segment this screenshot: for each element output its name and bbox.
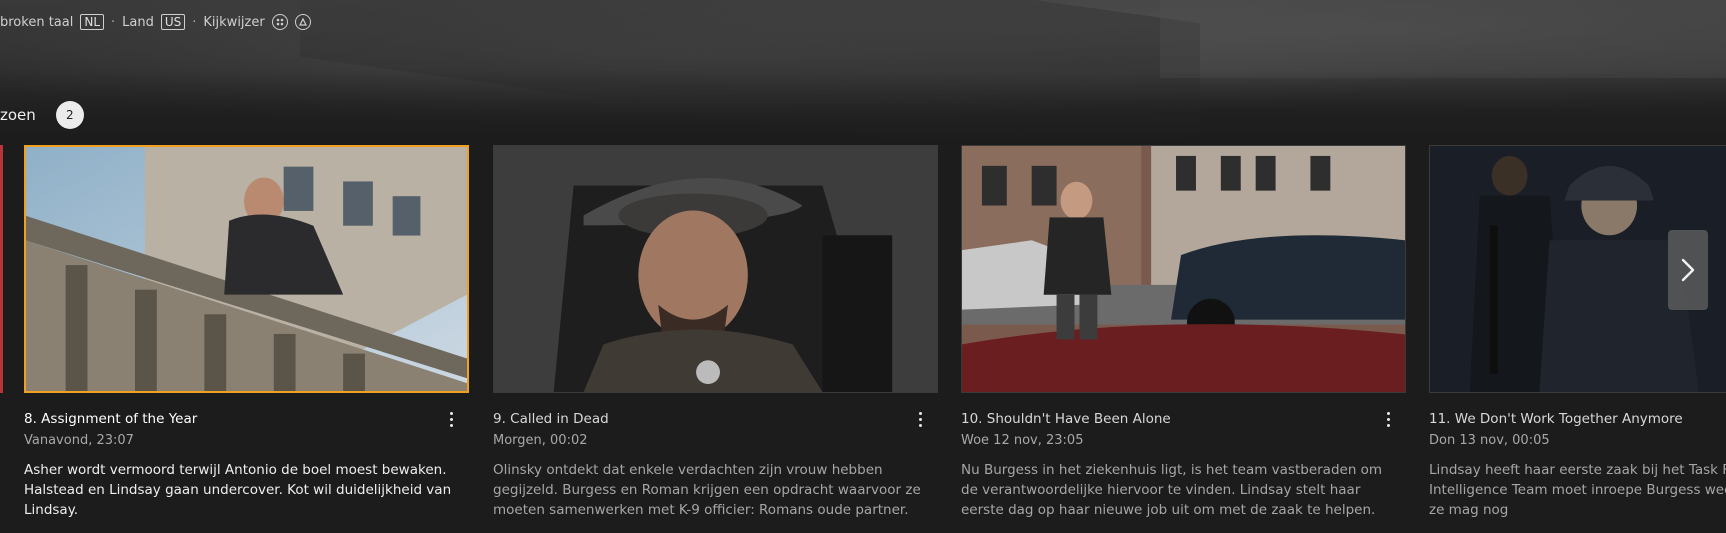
show-meta-line: broken taal NL · Land US · Kijkwijzer (0, 12, 311, 32)
violence-rating-icon (271, 14, 288, 30)
episode-thumbnail[interactable] (961, 145, 1406, 393)
hero-highlight (1160, 0, 1726, 78)
episode-airtime: Woe 12 nov, 23:05 (961, 433, 1084, 448)
episode-description: Asher wordt vermoord terwijl Antonio de … (24, 462, 452, 518)
fear-rating-icon (294, 14, 311, 30)
spoken-language-label: broken taal (0, 14, 74, 30)
episode-thumbnail[interactable] (24, 145, 469, 393)
spoken-language-badge: NL (80, 14, 105, 30)
episode-card[interactable]: 9. Called in Dead Morgen, 00:02 Olinsky … (493, 145, 938, 520)
episode-title[interactable]: 11. We Don't Work Together Anymore (1429, 411, 1683, 427)
viewing-guide-label: Kijkwijzer (203, 14, 265, 30)
episode-description: Olinsky ontdekt dat enkele verdachten zi… (493, 462, 921, 518)
episode-title[interactable]: 10. Shouldn't Have Been Alone (961, 411, 1171, 427)
episode-card[interactable]: 11. We Don't Work Together Anymore Don 1… (1429, 145, 1726, 520)
separator: · (192, 14, 197, 30)
episode-title[interactable]: 8. Assignment of the Year (24, 411, 197, 427)
previous-card-edge[interactable] (0, 145, 3, 393)
episode-description: Lindsay heeft haar eerste zaak bij het T… (1429, 462, 1726, 518)
episode-card[interactable]: 8. Assignment of the Year Vanavond, 23:0… (24, 145, 469, 520)
episode-title[interactable]: 9. Called in Dead (493, 411, 609, 427)
season-selector[interactable]: zoen 2 (0, 101, 84, 129)
season-number-pill[interactable]: 2 (55, 101, 84, 129)
carousel-next-button[interactable] (1668, 230, 1708, 310)
episode-airtime: Don 13 nov, 00:05 (1429, 433, 1550, 448)
more-options-icon[interactable] (912, 409, 928, 429)
hero-fade (0, 70, 1726, 150)
separator: · (111, 14, 116, 30)
episode-thumbnail[interactable] (493, 145, 938, 393)
episode-description: Nu Burgess in het ziekenhuis ligt, is he… (961, 462, 1383, 518)
episode-browser: broken taal NL · Land US · Kijkwijzer zo… (0, 0, 1726, 533)
country-badge: US (160, 14, 186, 30)
chevron-right-icon (1681, 258, 1695, 282)
more-options-icon[interactable] (1380, 409, 1396, 429)
country-label: Land (122, 14, 154, 30)
episode-card[interactable]: 10. Shouldn't Have Been Alone Woe 12 nov… (961, 145, 1406, 520)
episode-airtime: Morgen, 00:02 (493, 433, 588, 448)
more-options-icon[interactable] (443, 409, 459, 429)
episode-airtime: Vanavond, 23:07 (24, 433, 134, 448)
season-label: zoen (0, 106, 36, 124)
